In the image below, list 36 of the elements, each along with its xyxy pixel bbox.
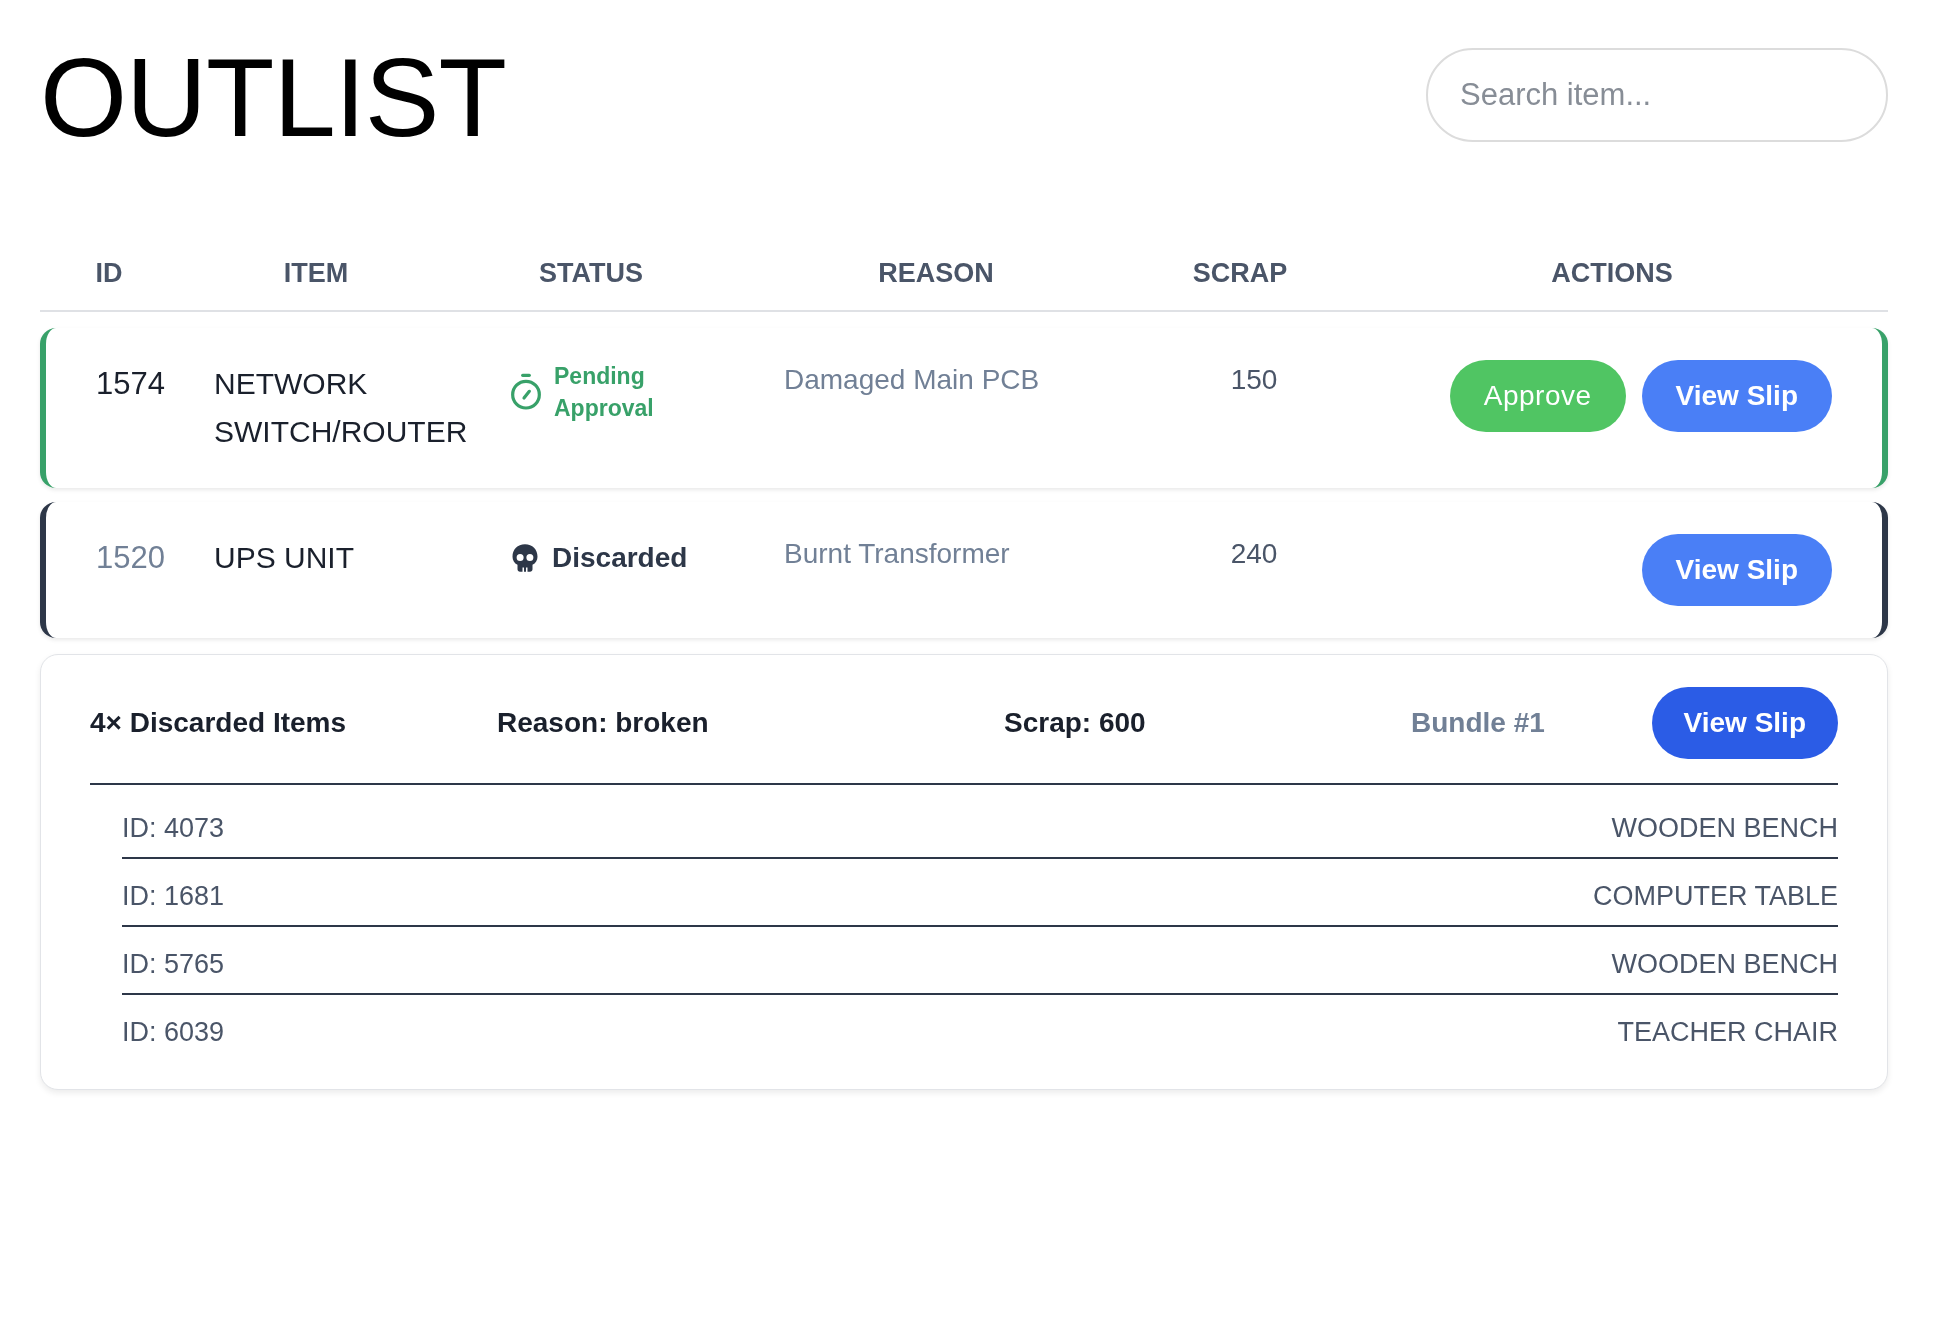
item-id: 1520	[96, 539, 165, 577]
bundle-item-name: COMPUTER TABLE	[1592, 880, 1838, 913]
scrap-value: 150	[1230, 363, 1278, 397]
column-header: STATUS	[539, 257, 643, 290]
bundle-number: Bundle #1	[1411, 707, 1546, 739]
stopwatch-icon	[510, 373, 542, 411]
bundle-scrap: Scrap: 600	[1004, 707, 1147, 739]
view-slip-button[interactable]: View Slip	[1641, 360, 1832, 432]
scrap-value: 240	[1230, 537, 1278, 571]
bundle-item-id: ID: 6039	[122, 1016, 225, 1049]
item-name: NETWORK SWITCH/ROUTER	[214, 366, 469, 450]
reason-text: Burnt Transformer	[784, 537, 1010, 571]
view-slip-button[interactable]: View Slip	[1641, 534, 1832, 606]
status-label: Discarded	[552, 541, 688, 575]
item-id: 1574	[96, 365, 165, 403]
bundle-item-name: WOODEN BENCH	[1611, 812, 1838, 845]
column-header: ACTIONS	[1551, 257, 1673, 290]
column-header: REASON	[878, 257, 994, 290]
bundle-reason: Reason: broken	[497, 707, 710, 739]
approve-button[interactable]: Approve	[1449, 360, 1626, 432]
column-header: ITEM	[283, 257, 349, 290]
status-label: Pending Approval	[554, 362, 655, 423]
bundle-item-name: TEACHER CHAIR	[1617, 1016, 1838, 1049]
reason-text: Damaged Main PCB	[784, 363, 1040, 397]
skull-icon	[510, 543, 540, 573]
column-header: ID	[95, 257, 123, 290]
view-slip-button[interactable]: View Slip	[1651, 687, 1838, 759]
bundle-item-name: WOODEN BENCH	[1611, 948, 1838, 981]
bundle-item-id: ID: 4073	[122, 812, 225, 845]
bundle-item-id: ID: 5765	[122, 948, 225, 981]
column-header: SCRAP	[1192, 257, 1288, 290]
item-count: 4× Discarded Items	[90, 707, 348, 739]
bundle-item-id: ID: 1681	[122, 880, 225, 913]
item-name: UPS UNIT	[214, 540, 354, 576]
page-title: OUTLIST	[40, 40, 506, 156]
search-field[interactable]: Search item...	[1426, 48, 1888, 142]
